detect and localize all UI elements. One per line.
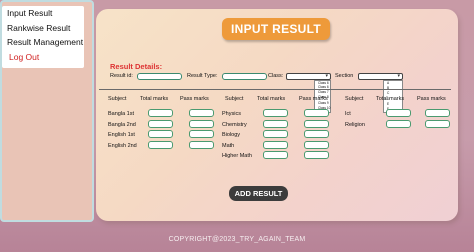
class-label: Class: [268,73,284,79]
chevron-down-icon: ▾ [397,73,400,79]
subject-label: English 1st [108,132,135,138]
subject-label: Bangla 1st [108,111,134,117]
pass-marks-input[interactable] [189,130,214,138]
total-marks-input[interactable] [386,120,411,128]
pass-marks-input[interactable] [189,109,214,117]
pass-marks-input[interactable] [425,109,450,117]
result-details-label: Result Details: [110,62,163,71]
subject-label: Physics [222,111,241,117]
page-title: INPUT RESULT [222,18,330,40]
pass-marks-input[interactable] [304,109,329,117]
section-label: Section [335,73,354,79]
section-select[interactable]: ▾ [358,73,403,80]
pass-marks-input[interactable] [304,141,329,149]
subject-label: Higher Math [222,153,252,159]
total-marks-input[interactable] [148,109,173,117]
result-type-input[interactable] [222,73,267,80]
class-select[interactable]: ▾ [286,73,331,80]
sidebar-menu: Input Result Rankwise Result Result Mana… [2,6,84,68]
subject-label: Math [222,143,235,149]
col2-subject-header: Subject [225,96,244,102]
subject-label: Biology [222,132,241,138]
pass-marks-input[interactable] [189,141,214,149]
result-id-label: Result id: [110,73,133,79]
col2-pass-header: Pass marks [299,96,328,102]
menu-item-result-management[interactable]: Result Management [2,35,84,50]
pass-marks-input[interactable] [304,120,329,128]
total-marks-input[interactable] [263,109,288,117]
result-id-input[interactable] [137,73,182,80]
total-marks-input[interactable] [148,141,173,149]
footer-copyright: COPYRIGHT@2023_TRY_AGAIN_TEAM [168,236,306,243]
menu-item-logout[interactable]: Log Out [2,50,84,65]
total-marks-input[interactable] [263,120,288,128]
pass-marks-input[interactable] [425,120,450,128]
pass-marks-input[interactable] [189,120,214,128]
subject-label: Chemistry [222,122,247,128]
subject-label: English 2nd [108,143,137,149]
total-marks-input[interactable] [386,109,411,117]
col2-total-header: Total marks [257,96,286,102]
total-marks-input[interactable] [148,120,173,128]
divider [99,89,451,90]
subject-label: Ict [345,111,351,117]
subject-label: Bangla 2nd [108,122,136,128]
col1-subject-header: Subject [108,96,127,102]
chevron-down-icon: ▾ [325,73,328,79]
total-marks-input[interactable] [148,130,173,138]
col3-pass-header: Pass marks [417,96,446,102]
pass-marks-input[interactable] [304,130,329,138]
col3-subject-header: Subject [345,96,364,102]
total-marks-input[interactable] [263,141,288,149]
menu-item-rankwise-result[interactable]: Rankwise Result [2,21,84,36]
total-marks-input[interactable] [263,151,288,159]
total-marks-input[interactable] [263,130,288,138]
subject-label: Religion [345,122,365,128]
col1-total-header: Total marks [140,96,169,102]
pass-marks-input[interactable] [304,151,329,159]
col1-pass-header: Pass marks [180,96,209,102]
result-type-label: Result Type: [187,73,218,79]
menu-item-input-result[interactable]: Input Result [2,6,84,21]
col3-total-header: Total marks [376,96,405,102]
add-result-button[interactable]: ADD RESULT [229,186,288,201]
